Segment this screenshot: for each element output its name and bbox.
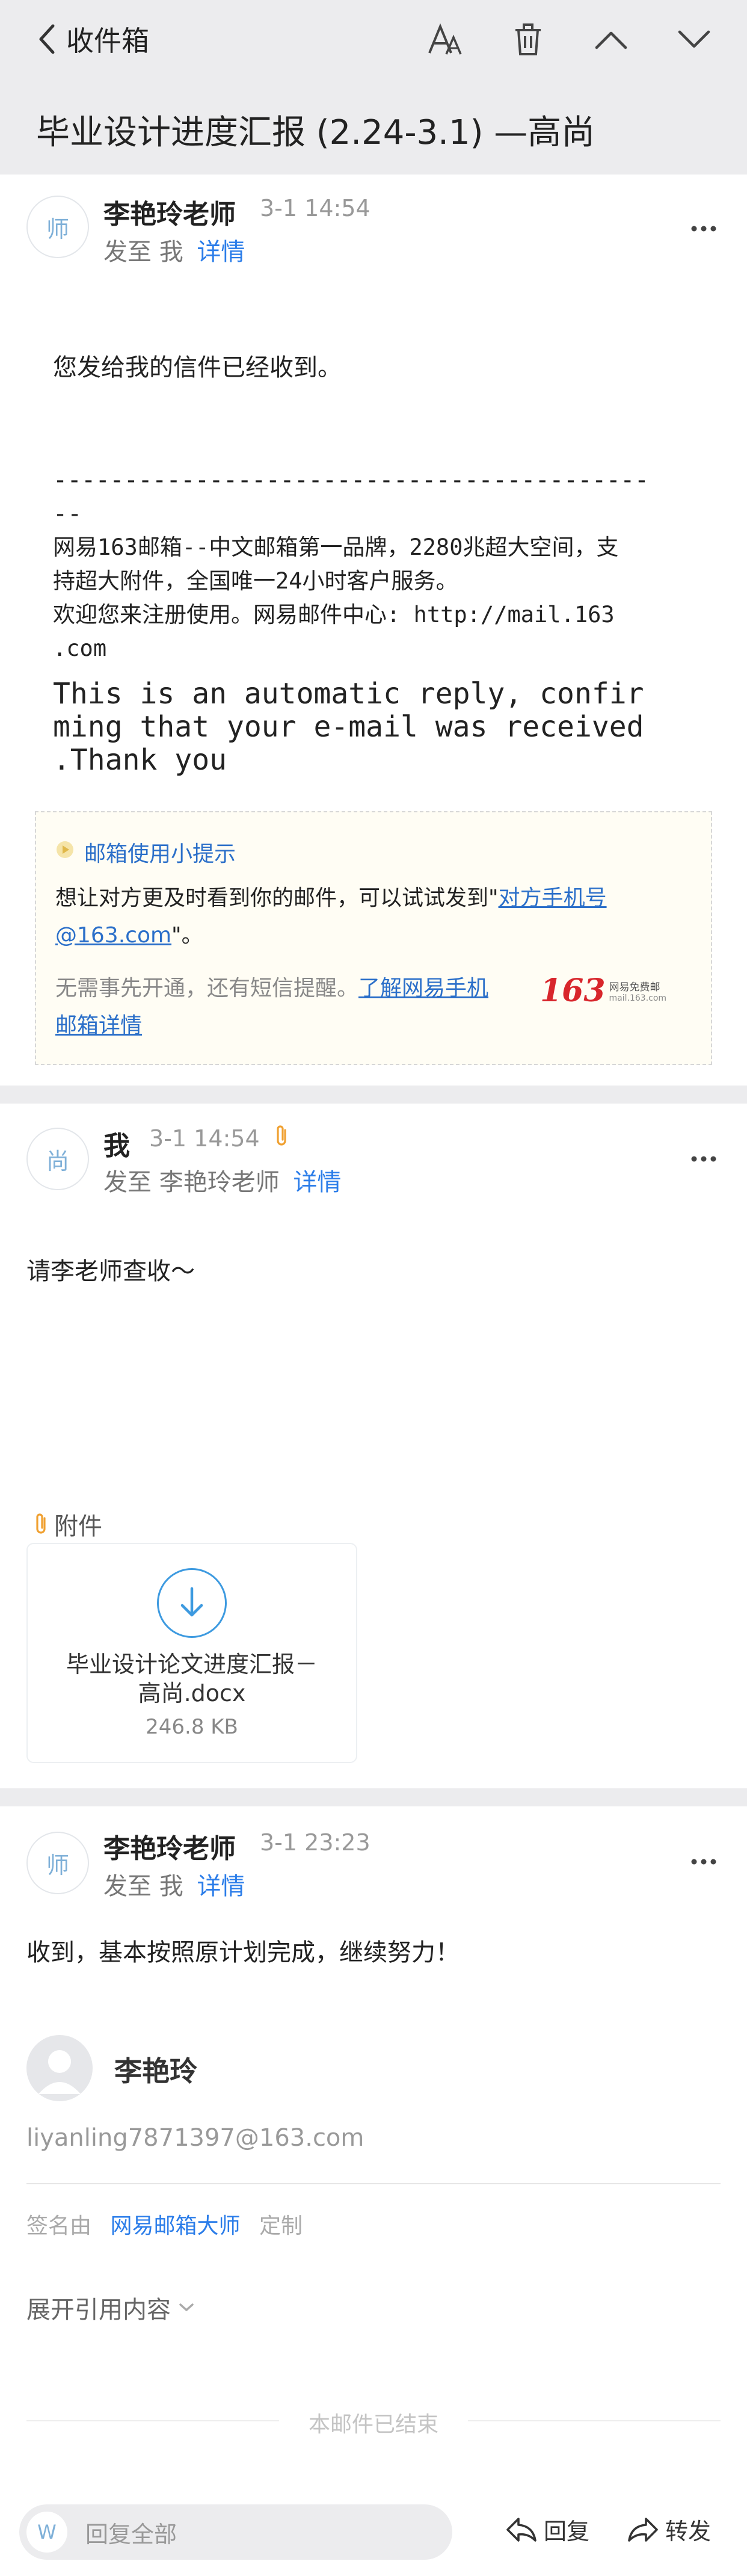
customize-link[interactable]: 定制	[259, 2214, 303, 2238]
attachment-size: 246.8 KB	[146, 1715, 238, 1739]
attachment-header: 附件	[34, 1507, 102, 1542]
mail-master-link[interactable]: 网易邮箱大师	[110, 2214, 240, 2238]
body-text: 您发给我的信件已经收到。	[53, 354, 342, 381]
avatar: W	[26, 2512, 67, 2553]
divider	[468, 2420, 721, 2421]
attachment-clip-icon	[36, 1513, 46, 1534]
tip-text: 想让对方更及时看到你的邮件，可以试试发到"对方手机号 @163.com"。	[55, 886, 607, 948]
more-icon[interactable]	[680, 1141, 728, 1177]
mail-footer: ----------------------------------------…	[53, 466, 649, 661]
email-separator	[0, 1788, 747, 1806]
email-subject: 毕业设计进度汇报 (2.24-3.1) —高尚	[36, 113, 595, 152]
details-link[interactable]: 详情	[197, 1873, 245, 1900]
reply-all-input[interactable]: W 回复全部	[19, 2504, 452, 2560]
tip-bullet-icon	[55, 840, 75, 862]
chevron-down-icon	[179, 2303, 194, 2311]
chevron-down-icon[interactable]	[670, 16, 718, 64]
details-link[interactable]: 详情	[293, 1169, 341, 1196]
sender-name: 李艳玲老师	[103, 199, 236, 230]
sent-time: 3-1 14:54	[260, 195, 370, 221]
recipient-line: 发至 我 详情	[103, 1873, 245, 1900]
chevron-up-icon[interactable]	[587, 16, 635, 64]
163-logo: 163 网易免费邮 mail.163.com	[540, 972, 667, 1009]
reply-icon	[506, 2517, 536, 2542]
sender-name: 我	[103, 1131, 130, 1161]
divider	[26, 2183, 721, 2184]
more-icon[interactable]	[680, 1844, 728, 1880]
sent-time: 3-1 23:23	[260, 1829, 370, 1856]
trash-icon[interactable]	[504, 16, 552, 64]
reply-all-placeholder: 回复全部	[85, 2521, 177, 2548]
163-domain-link[interactable]: @163.com	[55, 923, 171, 948]
attachment-clip-icon	[274, 1124, 290, 1151]
forward-icon	[628, 2517, 658, 2542]
details-link[interactable]: 详情	[197, 238, 245, 266]
tip-title: 邮箱使用小提示	[84, 842, 236, 866]
avatar[interactable]: 师	[26, 1832, 89, 1894]
attachment-card[interactable]: 毕业设计论文进度汇报－ 高尚.docx 246.8 KB	[26, 1543, 357, 1763]
learn-more-link[interactable]: 了解网易手机	[358, 976, 488, 1001]
signature-credit: 签名由 网易邮箱大师 定制	[26, 2214, 303, 2238]
body-text: 请李老师查收～	[26, 1258, 195, 1285]
signature-name: 李艳玲	[114, 2055, 197, 2087]
forward-button[interactable]: 转发	[627, 2513, 711, 2546]
more-icon[interactable]	[680, 211, 728, 247]
phone-number-link[interactable]: 对方手机号	[499, 886, 607, 910]
auto-reply-text: This is an automatic reply, confir ming …	[53, 677, 644, 777]
sender-name: 李艳玲老师	[103, 1833, 236, 1864]
person-icon	[38, 2050, 81, 2094]
font-size-icon[interactable]	[421, 16, 469, 64]
reply-button[interactable]: 回复	[505, 2513, 589, 2546]
tip-subtext: 无需事先开通，还有短信提醒。了解网易手机 邮箱详情	[55, 976, 489, 1038]
signature-email: liyanling7871397@163.com	[26, 2124, 364, 2152]
recipient-line: 发至 我 详情	[103, 238, 245, 266]
avatar[interactable]: 师	[26, 196, 89, 258]
back-button[interactable]: 收件箱	[36, 18, 149, 60]
email-separator	[0, 1086, 747, 1104]
chevron-left-icon	[36, 21, 63, 57]
sent-time: 3-1 14:54	[149, 1125, 260, 1152]
avatar[interactable]: 尚	[26, 1128, 89, 1190]
expand-quote-button[interactable]: 展开引用内容	[26, 2290, 195, 2325]
body-text: 收到，基本按照原计划完成，继续努力！	[26, 1939, 460, 1966]
signature-avatar	[26, 2035, 93, 2101]
mailbox-details-link[interactable]: 邮箱详情	[55, 1013, 142, 1038]
recipient-line: 发至 李艳玲老师 详情	[103, 1169, 342, 1196]
attachment-filename: 毕业设计论文进度汇报－ 高尚.docx	[66, 1651, 318, 1707]
end-of-mail-label: 本邮件已结束	[308, 2412, 438, 2437]
back-label: 收件箱	[66, 25, 149, 57]
download-icon[interactable]	[157, 1568, 227, 1638]
